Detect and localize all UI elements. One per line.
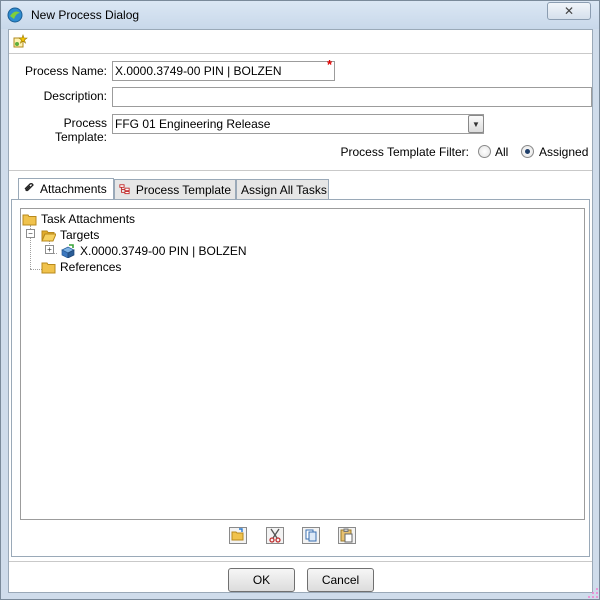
attachments-tree[interactable]: Task Attachments − Targets + X.0000.3749… [20,208,585,520]
tab-assign-all-tasks[interactable]: Assign All Tasks [236,179,329,201]
filter-assigned-label: Assigned [539,145,589,159]
form-separator [9,170,592,171]
required-marker: * [327,57,333,72]
copy-attachment-button[interactable] [301,525,321,545]
collapse-targets-toggle[interactable]: − [26,229,35,238]
process-template-filter-label: Process Template Filter: [340,145,470,159]
tree-label-task-attachments: Task Attachments [41,212,136,226]
paperclip-icon [24,183,34,192]
tree-node-task-attachments[interactable]: Task Attachments [22,211,135,227]
tab-assign-all-tasks-label: Assign All Tasks [241,183,327,197]
item-revision-icon [61,244,75,258]
teamcenter-app-icon [7,7,23,23]
ok-button[interactable]: OK [228,568,295,592]
filter-assigned-radio[interactable] [521,145,534,158]
tab-process-template-label: Process Template [135,183,231,197]
tree-node-references[interactable]: References [41,259,121,275]
tree-label-references: References [60,260,122,274]
tree-label-target-item: X.0000.3749-00 PIN | BOLZEN [80,244,247,258]
folder-icon [41,262,56,273]
process-tree-icon [119,184,130,195]
tree-node-target-item[interactable]: X.0000.3749-00 PIN | BOLZEN [60,243,247,259]
toolbar-separator [9,53,592,54]
folder-open-icon [41,230,56,241]
filter-all-label: All [495,145,509,159]
tab-attachments[interactable]: Attachments [18,178,114,201]
cut-attachment-button[interactable] [265,525,285,545]
tree-label-targets: Targets [60,228,100,242]
process-template-dropdown-button[interactable]: ▼ [468,115,484,133]
folder-icon [22,214,37,225]
paste-attachment-button[interactable] [337,525,357,545]
process-template-label: Process Template: [54,116,107,144]
window-title: New Process Dialog [31,8,140,22]
process-name-label: Process Name: [24,64,107,78]
close-icon: ✕ [563,4,575,18]
paste-icon [338,526,356,544]
process-name-field[interactable]: X.0000.3749-00 PIN | BOLZEN [112,61,335,81]
chevron-down-icon: ▼ [472,119,480,129]
copy-icon [302,526,320,544]
tab-attachments-label: Attachments [40,182,107,196]
dialog-client-area: Process Name: X.0000.3749-00 PIN | BOLZE… [8,29,593,593]
close-button[interactable]: ✕ [547,2,591,20]
cut-icon [266,526,284,544]
process-template-select[interactable]: FFG 01 Engineering Release [112,114,484,134]
new-process-wizard-icon[interactable] [12,34,28,50]
open-attachment-button[interactable] [228,525,248,545]
attachments-panel: Task Attachments − Targets + X.0000.3749… [11,199,590,557]
buttons-separator [9,561,592,562]
tree-node-targets[interactable]: Targets [41,227,99,243]
tab-process-template[interactable]: Process Template [114,179,236,201]
description-field[interactable] [112,87,592,107]
description-label: Description: [43,89,107,103]
title-bar[interactable]: New Process Dialog ✕ [1,1,599,29]
expand-target-item-toggle[interactable]: + [45,245,54,254]
cancel-button[interactable]: Cancel [307,568,374,592]
open-folder-icon [229,526,247,544]
resize-grip-icon[interactable] [587,587,599,599]
new-process-dialog-window: New Process Dialog ✕ Process Name: X.000… [0,0,600,600]
filter-all-radio[interactable] [478,145,491,158]
